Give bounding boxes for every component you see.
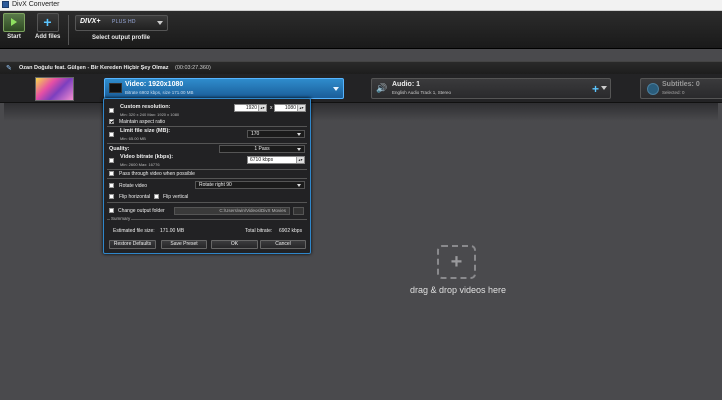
total-bitrate-label: Total bitrate: (245, 228, 273, 234)
chevron-down-icon (333, 87, 339, 91)
spinner-icon[interactable]: ▴▾ (296, 157, 304, 163)
file-size-select[interactable]: 170 (247, 130, 305, 138)
spinner-icon[interactable]: ▴▾ (297, 105, 305, 111)
monitor-icon (109, 83, 122, 93)
speaker-icon: 🔊 (376, 83, 388, 93)
chevron-down-icon (157, 21, 163, 25)
play-icon (3, 13, 25, 32)
video-bitrate-checkbox[interactable] (109, 158, 114, 163)
limit-file-size-checkbox[interactable] (109, 132, 114, 137)
resolution-height-value: 1080 (284, 105, 296, 111)
quality-select[interactable]: 1 Pass (219, 145, 305, 153)
save-preset-button[interactable]: Save Preset (161, 240, 207, 249)
add-files-label: Add files (35, 34, 61, 40)
profile-label: Select output profile (92, 35, 151, 41)
browse-folder-button[interactable] (293, 207, 304, 215)
toolbar: Start + Add files DIVX+ PLUS HD Select o… (0, 11, 722, 49)
audio-title: Audio: 1 (392, 81, 420, 88)
video-thumbnail[interactable] (35, 77, 74, 101)
quality-value: 1 Pass (254, 146, 270, 152)
video-detail: Bitrate 6902 kbps, size 171.00 MB (125, 90, 194, 95)
maintain-aspect-label: Maintain aspect ratio (119, 119, 166, 125)
plus-icon: + (36, 13, 59, 32)
summary-caption: Summary (110, 216, 132, 221)
resolution-width-input[interactable]: 1920 ▴▾ (234, 104, 267, 112)
summary-group: Summary Estimated file size: 171.00 MB T… (107, 216, 307, 238)
video-settings-panel: Custom resolution: Min: 320 x 240 Max: 1… (103, 98, 311, 254)
custom-resolution-hint: Min: 320 x 240 Max: 1920 x 1080 (120, 112, 180, 117)
custom-resolution-label: Custom resolution: (120, 104, 171, 110)
window-title: DivX Converter (12, 1, 60, 8)
file-header: ✎ Ozan Doğulu feat. Gülşen - Bir Kereden… (0, 61, 722, 75)
dropzone-text: drag & drop videos here (409, 285, 507, 295)
resolution-separator: x (270, 105, 273, 111)
flip-horizontal-checkbox[interactable] (109, 194, 114, 199)
custom-resolution-checkbox[interactable] (109, 108, 114, 113)
rotate-select[interactable]: Rotate right 90 (195, 181, 305, 189)
video-bitrate-hint: Min: 2600 Max: 16776 (120, 162, 160, 167)
total-bitrate-value: 6902 kbps (279, 228, 303, 234)
title-bar: DivX Converter (0, 0, 722, 11)
add-files-button[interactable]: + Add files (35, 13, 60, 48)
chevron-down-icon (297, 148, 301, 151)
dropzone-icon[interactable]: + (437, 245, 476, 279)
rotate-video-checkbox[interactable] (109, 183, 114, 188)
output-profile-select[interactable]: DIVX+ PLUS HD (75, 15, 168, 31)
quality-label: Quality: (109, 146, 130, 152)
profile-sub: PLUS HD (112, 19, 136, 25)
file-size-value: 170 (251, 131, 260, 137)
subtitles-title: Subtitles: 0 (662, 81, 700, 88)
limit-file-size-hint: Min: 65.00 MB (120, 136, 146, 141)
flip-vertical-checkbox[interactable] (154, 194, 159, 199)
video-bitrate-input[interactable]: 6710 kbps ▴▾ (247, 156, 305, 164)
estimated-size-value: 171.00 MB (160, 228, 185, 234)
divx-logo: DIVX+ (80, 18, 101, 25)
divider (107, 126, 307, 127)
pass-through-checkbox[interactable] (109, 171, 114, 176)
video-title: Video: 1920x1080 (125, 81, 184, 88)
video-bitrate-label: Video bitrate (kbps): (120, 154, 174, 160)
divider (107, 178, 307, 179)
subtitles-icon (647, 83, 659, 95)
limit-file-size-label: Limit file size (MB): (120, 128, 171, 134)
pass-through-label: Pass through video when possible (119, 171, 195, 177)
chevron-down-icon (297, 184, 301, 187)
estimated-size-label: Estimated file size: (113, 228, 155, 234)
output-folder-checkbox[interactable] (109, 208, 114, 213)
ok-button[interactable]: OK (211, 240, 258, 249)
file-duration: (00:03:27.360) (175, 65, 211, 71)
divider (107, 169, 307, 170)
rotate-value: Rotate right 90 (199, 182, 232, 188)
pencil-icon[interactable]: ✎ (6, 64, 12, 72)
start-button[interactable]: Start (3, 13, 25, 48)
start-label: Start (7, 34, 21, 40)
flip-vertical-label: Flip vertical (163, 194, 189, 200)
chevron-down-icon (297, 133, 301, 136)
plus-icon: + (450, 251, 463, 273)
add-audio-icon[interactable]: + (592, 83, 599, 95)
divider (107, 202, 307, 203)
toolbar-divider (68, 15, 69, 45)
rotate-video-label: Rotate video (119, 183, 148, 189)
resolution-width-value: 1920 (245, 105, 257, 111)
audio-detail: English Audio Track 1, Stereo (392, 90, 452, 95)
video-bitrate-value: 6710 kbps (250, 157, 274, 163)
file-name: Ozan Doğulu feat. Gülşen - Bir Kereden H… (19, 65, 169, 71)
subtitles-dropdown[interactable]: Subtitles: 0 Selected: 0 (640, 78, 722, 99)
restore-defaults-button[interactable]: Restore Defaults (109, 240, 156, 249)
chevron-down-icon[interactable] (601, 86, 607, 90)
output-folder-path[interactable]: C:\Users\win\Videos\DivX Movies (174, 207, 290, 215)
spinner-icon[interactable]: ▴▾ (258, 105, 266, 111)
video-settings-dropdown[interactable]: Video: 1920x1080 Bitrate 6902 kbps, size… (104, 78, 344, 99)
divider (107, 143, 307, 144)
app-icon (2, 1, 9, 8)
resolution-height-input[interactable]: 1080 ▴▾ (274, 104, 306, 112)
maintain-aspect-checkbox[interactable] (109, 119, 114, 124)
output-folder-label: Change output folder (118, 208, 165, 214)
audio-settings-dropdown[interactable]: 🔊 Audio: 1 English Audio Track 1, Stereo… (371, 78, 611, 99)
cancel-button[interactable]: Cancel (260, 240, 306, 249)
flip-horizontal-label: Flip horizontal (119, 194, 151, 200)
subtitles-detail: Selected: 0 (662, 90, 685, 95)
